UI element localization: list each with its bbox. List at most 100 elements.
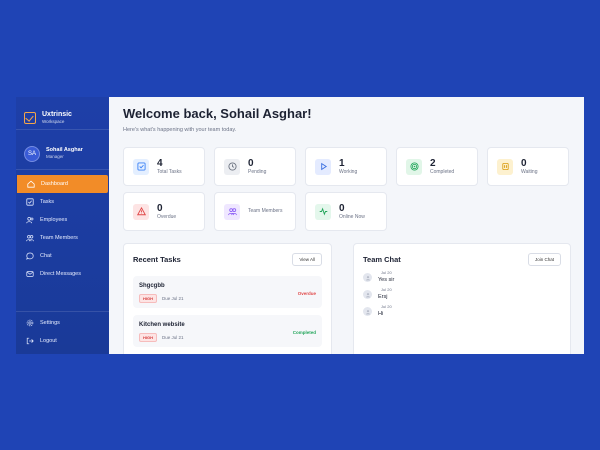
user-name: Sohail Asghar (46, 147, 83, 153)
stat-card-overdue[interactable]: 0 Overdue (123, 192, 205, 231)
message-time: Jul 20 (381, 287, 392, 292)
stat-value: 1 (339, 157, 345, 169)
user-avatar-icon (363, 307, 372, 316)
stat-card-online-now[interactable]: 0 Online Now (305, 192, 387, 231)
user-role: Manager (46, 154, 64, 159)
main-content: Welcome back, Sohail Asghar! Here's what… (109, 97, 584, 354)
avatar: SA (24, 145, 40, 162)
task-item[interactable]: Shgcgbb HIGH Due Jul 21 Overdue (133, 276, 322, 308)
page-subtitle: Here's what's happening with your team t… (123, 127, 237, 133)
stat-card-waiting[interactable]: 0 Waiting (487, 147, 569, 186)
user-avatar-icon (363, 273, 372, 282)
stat-value: 0 (521, 157, 527, 169)
priority-badge: HIGH (139, 294, 157, 303)
message-text: Ersj (378, 294, 388, 300)
task-due-date: Due Jul 21 (162, 296, 184, 301)
user-profile[interactable]: SA Sohail Asghar Manager (16, 130, 109, 170)
message-time: Jul 20 (381, 270, 392, 275)
task-name: Shgcgbb (139, 283, 165, 289)
clock-icon (224, 158, 240, 175)
join-chat-button[interactable]: Join Chat (527, 253, 561, 266)
play-icon (315, 158, 331, 175)
sidebar: Uxtrinsic Workspace SA Sohail Asghar Man… (16, 97, 109, 354)
sidebar-nav: Dashboard Tasks Employees Team Members C… (16, 170, 109, 283)
stat-value: 0 (248, 157, 254, 169)
team-icon (224, 203, 240, 220)
sidebar-item-employees[interactable]: Employees (16, 211, 109, 229)
user-avatar-icon (363, 290, 372, 299)
sidebar-item-label: Settings (40, 320, 60, 326)
sidebar-item-chat[interactable]: Chat (16, 247, 109, 265)
brand-name: Uxtrinsic (42, 111, 72, 118)
logout-icon (26, 337, 34, 345)
people-icon (26, 216, 34, 224)
message-time: Jul 20 (381, 304, 392, 309)
sidebar-item-team-members[interactable]: Team Members (16, 229, 109, 247)
sidebar-item-tasks[interactable]: Tasks (16, 193, 109, 211)
chat-message: Jul 20 Ersj (363, 287, 561, 300)
team-icon (26, 234, 34, 242)
home-icon (27, 180, 35, 188)
sidebar-bottom-nav: Settings Logout (16, 311, 109, 350)
gear-icon (26, 319, 34, 327)
sidebar-item-dashboard[interactable]: Dashboard (17, 175, 108, 193)
brand-logo-icon (24, 112, 36, 124)
panels: Recent Tasks View All Shgcgbb HIGH Due J… (123, 243, 571, 354)
recent-tasks-panel: Recent Tasks View All Shgcgbb HIGH Due J… (123, 243, 332, 354)
page-title: Welcome back, Sohail Asghar! (123, 106, 312, 121)
warning-icon (133, 203, 149, 220)
stat-label: Total Tasks (157, 168, 182, 175)
team-chat-panel: Team Chat Join Chat Jul 20 Yes sir Jul 2… (353, 243, 571, 354)
sidebar-item-direct-messages[interactable]: Direct Messages (16, 265, 109, 283)
sidebar-item-label: Dashboard (41, 181, 68, 187)
task-due-date: Due Jul 21 (162, 335, 184, 340)
brand-subtitle: Workspace (42, 119, 65, 124)
stat-label: Overdue (157, 213, 177, 220)
stats-grid: 4 Total Tasks 0 Pending 1 Working 2 Complete… (123, 147, 571, 231)
app-window: Uxtrinsic Workspace SA Sohail Asghar Man… (16, 97, 584, 354)
stat-card-pending[interactable]: 0 Pending (214, 147, 296, 186)
pause-icon (497, 158, 513, 175)
message-text: Hi (378, 311, 384, 317)
sidebar-item-label: Direct Messages (40, 271, 81, 277)
checkbox-icon (26, 198, 34, 206)
view-all-button[interactable]: View All (292, 253, 322, 266)
status-badge: Overdue (297, 291, 316, 296)
stat-card-working[interactable]: 1 Working (305, 147, 387, 186)
stat-value: 0 (157, 202, 163, 214)
target-icon (406, 158, 422, 175)
sidebar-item-label: Team Members (40, 235, 78, 241)
stat-card-completed[interactable]: 2 Completed (396, 147, 478, 186)
stat-label: Online Now (339, 213, 365, 220)
status-badge: Completed (292, 330, 316, 335)
stat-label: Working (339, 168, 358, 175)
sidebar-item-label: Employees (40, 217, 68, 223)
message-text: Yes sir (378, 277, 395, 283)
task-check-icon (133, 158, 149, 175)
team-chat-title: Team Chat (363, 255, 401, 264)
mail-icon (26, 270, 34, 278)
task-item[interactable]: Kitchen website HIGH Due Jul 21 Complete… (133, 315, 322, 347)
stat-value: 2 (430, 157, 436, 169)
recent-tasks-title: Recent Tasks (133, 255, 181, 264)
stat-label: Team Members (248, 208, 283, 214)
sidebar-item-label: Tasks (40, 199, 55, 205)
stat-label: Completed (430, 168, 455, 175)
priority-badge: HIGH (139, 333, 157, 342)
sidebar-item-label: Chat (40, 253, 52, 259)
chat-message: Jul 20 Hi (363, 304, 561, 317)
stat-value: 4 (157, 157, 163, 169)
brand: Uxtrinsic Workspace (16, 97, 109, 130)
chat-icon (26, 252, 34, 260)
stat-card-total-tasks[interactable]: 4 Total Tasks (123, 147, 205, 186)
sidebar-item-label: Logout (40, 338, 57, 344)
chat-message: Jul 20 Yes sir (363, 270, 561, 283)
sidebar-item-logout[interactable]: Logout (16, 332, 109, 350)
stat-value: 0 (339, 202, 345, 214)
activity-icon (315, 203, 331, 220)
stat-label: Pending (248, 168, 267, 175)
stat-card-team-members[interactable]: Team Members (214, 192, 296, 231)
task-name: Kitchen website (139, 322, 185, 328)
stat-label: Waiting (521, 168, 538, 175)
sidebar-item-settings[interactable]: Settings (16, 314, 109, 332)
